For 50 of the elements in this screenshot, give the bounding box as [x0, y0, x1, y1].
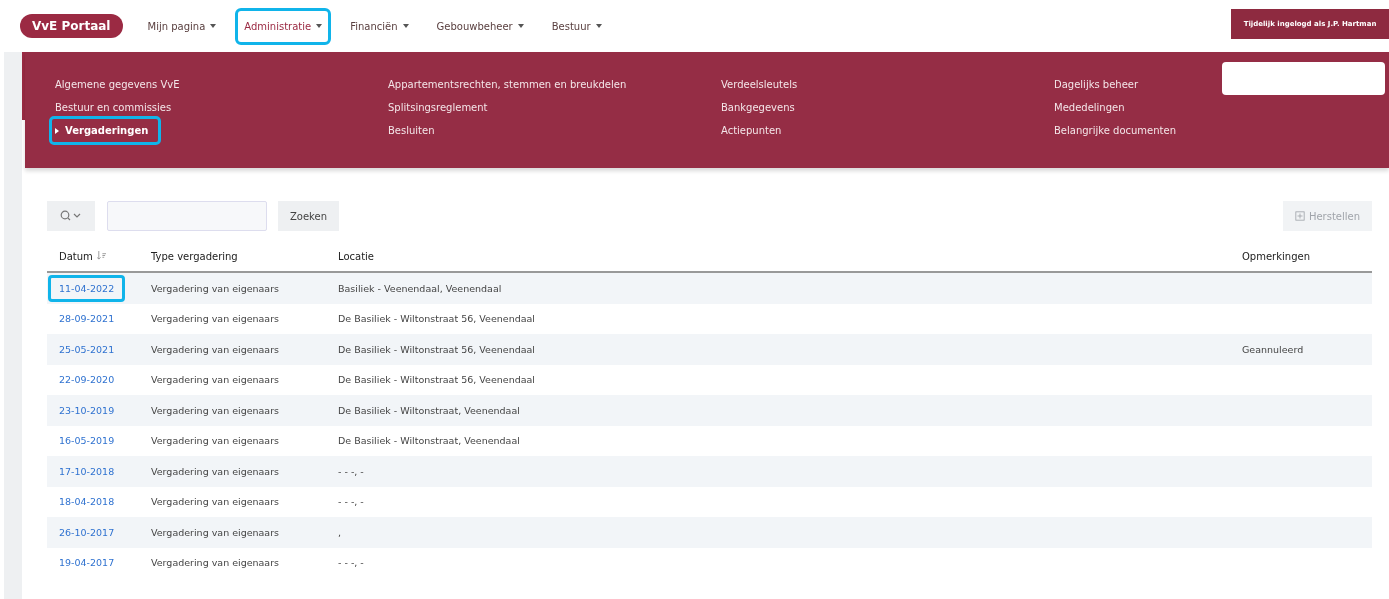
table-cell: Vergadering van eigenaars: [151, 282, 280, 294]
date-link[interactable]: 28-09-2021: [48, 305, 126, 333]
menu-item[interactable]: Splitsingsreglement: [382, 99, 494, 116]
table-cell: Geannuleerd: [1242, 343, 1304, 355]
table-cell: Vergadering van eigenaars: [151, 496, 280, 508]
table-cell: Vergadering van eigenaars: [151, 465, 280, 477]
table-cell: - - -, -: [338, 557, 364, 569]
column-header[interactable]: Type vergadering: [151, 250, 238, 262]
date-link[interactable]: 18-04-2018: [48, 488, 126, 516]
menu-item[interactable]: Bankgegevens: [715, 99, 801, 116]
menu-item[interactable]: Algemene gegevens VvE: [49, 76, 186, 93]
table-cell: Basiliek - Veenendaal, Veenendaal: [338, 282, 502, 294]
table-cell: De Basiliek - Wiltonstraat 56, Veenendaal: [338, 374, 535, 386]
table-cell: Vergadering van eigenaars: [151, 526, 280, 538]
table-cell: Vergadering van eigenaars: [151, 435, 280, 447]
table-cell: Vergadering van eigenaars: [151, 557, 280, 569]
date-link[interactable]: 22-09-2020: [48, 366, 126, 394]
table-cell: Vergadering van eigenaars: [151, 343, 280, 355]
date-link[interactable]: 11-04-2022: [48, 274, 126, 302]
nav-menu-item[interactable]: Mijn pagina: [138, 7, 226, 45]
menu-item[interactable]: Verdeelsleutels: [715, 76, 804, 93]
table-cell: De Basiliek - Wiltonstraat, Veenendaal: [338, 404, 520, 416]
table-cell: De Basiliek - Wiltonstraat 56, Veenendaal: [338, 313, 535, 325]
table-cell: ,: [338, 526, 342, 538]
table-cell: Vergadering van eigenaars: [151, 374, 280, 386]
date-link[interactable]: 19-04-2017: [48, 549, 126, 577]
menu-item[interactable]: Dagelijks beheer: [1048, 76, 1145, 93]
menu-item[interactable]: Vergaderingen: [49, 116, 162, 145]
column-header[interactable]: Locatie: [338, 250, 374, 262]
table-cell: De Basiliek - Wiltonstraat, Veenendaal: [338, 435, 520, 447]
menu-item[interactable]: Besluiten: [382, 122, 441, 139]
search-button[interactable]: Zoeken: [278, 201, 340, 231]
menu-item[interactable]: Belangrijke documenten: [1048, 122, 1182, 139]
nav-menu-item[interactable]: Gebouwbeheer: [427, 7, 533, 45]
brand-badge[interactable]: VvE Portaal: [20, 14, 123, 38]
date-link[interactable]: 16-05-2019: [48, 427, 126, 455]
column-header[interactable]: Opmerkingen: [1242, 250, 1310, 262]
table-cell: Vergadering van eigenaars: [151, 404, 280, 416]
table-cell: - - -, -: [338, 465, 364, 477]
table-cell: - - -, -: [338, 496, 364, 508]
nav-menu-item[interactable]: Bestuur: [542, 7, 611, 45]
table-cell: Vergadering van eigenaars: [151, 313, 280, 325]
nav-menu-item[interactable]: Administratie: [235, 7, 332, 45]
nav-menu-item[interactable]: Financiën: [341, 7, 418, 45]
menu-item[interactable]: Mededelingen: [1048, 99, 1131, 116]
table-cell: De Basiliek - Wiltonstraat 56, Veenendaal: [338, 343, 535, 355]
column-header[interactable]: Datum: [59, 250, 93, 262]
menu-item[interactable]: Actiepunten: [715, 122, 788, 139]
menu-item[interactable]: Bestuur en commissies: [49, 99, 178, 116]
menu-item[interactable]: Appartementsrechten, stemmen en breukdelen: [382, 76, 633, 93]
